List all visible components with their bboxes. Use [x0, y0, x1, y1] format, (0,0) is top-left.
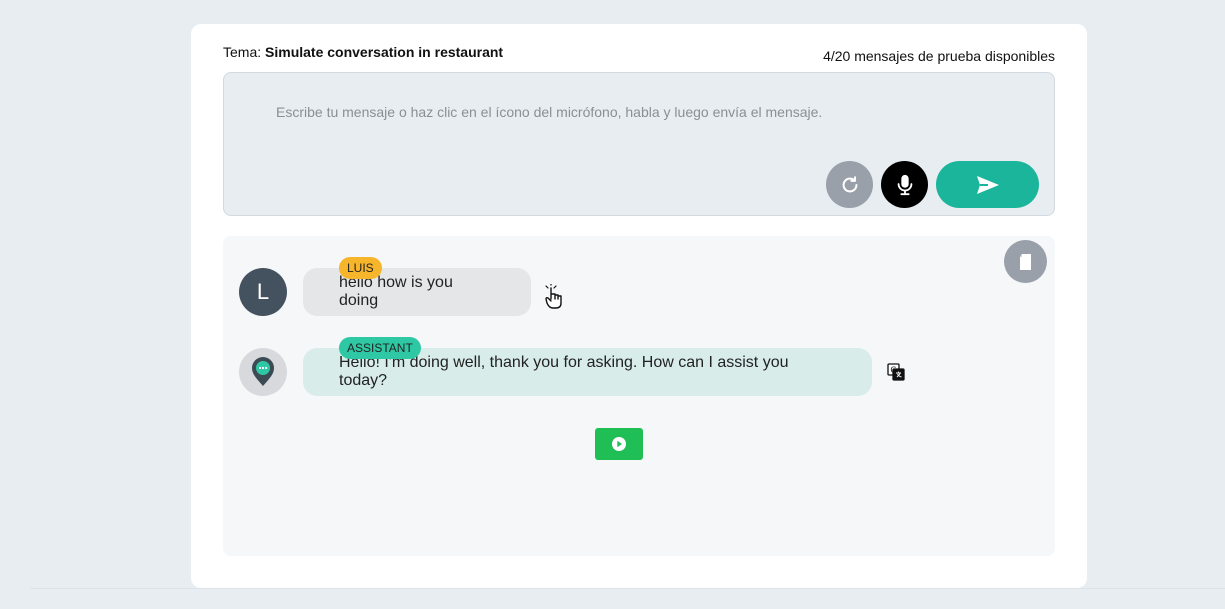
hand-pointer-icon[interactable] [543, 284, 565, 310]
refresh-button[interactable] [826, 161, 873, 208]
translate-icon[interactable]: G [887, 363, 905, 381]
message-composer [223, 72, 1055, 216]
microphone-icon [897, 174, 912, 195]
clear-chat-button[interactable] [1004, 240, 1047, 283]
topic-label: Tema: [223, 44, 262, 60]
clear-chat-icon [1019, 253, 1031, 270]
practice-card: Tema: Simulate conversation in restauran… [191, 24, 1087, 588]
refresh-icon [842, 175, 857, 192]
page-divider [30, 588, 1225, 589]
user-avatar: L [239, 268, 287, 316]
user-avatar-letter: L [256, 279, 270, 304]
svg-text:G: G [890, 366, 896, 375]
assistant-avatar [239, 348, 287, 396]
message-input[interactable] [274, 103, 978, 121]
topic-heading: Tema: Simulate conversation in restauran… [223, 44, 503, 60]
user-role-tag: LUIS [339, 257, 382, 279]
play-icon [612, 437, 626, 451]
assistant-logo-icon [252, 357, 274, 386]
assistant-message-text: Hello! I'm doing well, thank you for ask… [339, 354, 789, 389]
play-audio-button[interactable] [595, 428, 643, 460]
messages-counter: 4/20 mensajes de prueba disponibles [823, 48, 1055, 64]
user-message-text: hello how is you doing [339, 274, 453, 309]
chat-history: L hello how is you doing LUIS Hello! I'm… [223, 236, 1055, 556]
send-icon [976, 175, 999, 194]
user-message-bubble: hello how is you doing [303, 268, 531, 316]
microphone-button[interactable] [881, 161, 928, 208]
assistant-role-tag: ASSISTANT [339, 337, 421, 359]
topic-value: Simulate conversation in restaurant [265, 44, 504, 60]
send-button[interactable] [936, 161, 1039, 208]
